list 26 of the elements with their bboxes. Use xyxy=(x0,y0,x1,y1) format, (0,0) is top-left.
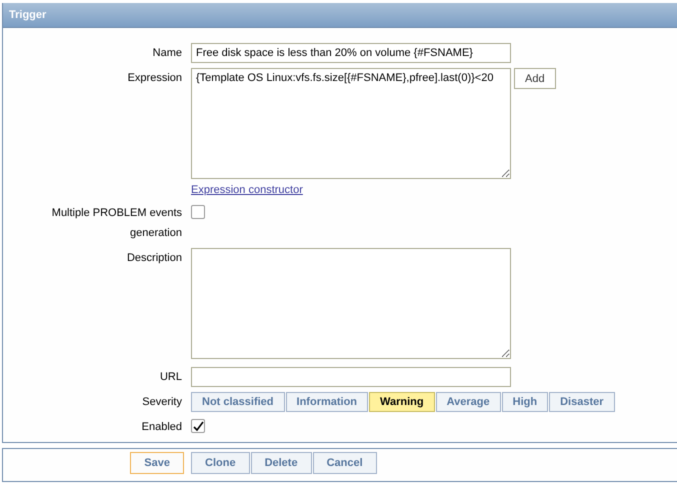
checkbox[interactable] xyxy=(191,419,205,433)
severity-option[interactable]: Average xyxy=(436,392,501,412)
field-label: Name xyxy=(152,46,182,61)
severity-option[interactable]: Warning xyxy=(369,392,435,412)
severity-option[interactable]: Not classified xyxy=(191,392,285,412)
expression-constructor-link[interactable]: Expression constructor xyxy=(191,184,303,196)
panel-title: Trigger xyxy=(9,9,46,21)
field-label: Expression xyxy=(126,71,182,86)
severity-option[interactable]: Information xyxy=(286,392,368,412)
add-button[interactable]: Add xyxy=(514,68,556,89)
description-field[interactable] xyxy=(191,248,511,359)
url-field[interactable] xyxy=(191,367,511,387)
severity-option[interactable]: High xyxy=(502,392,548,412)
checkbox[interactable] xyxy=(191,205,205,219)
field-label: URL xyxy=(158,370,182,385)
field-label: Enabled xyxy=(140,420,182,435)
action-button[interactable]: Delete xyxy=(250,452,312,474)
name-field[interactable]: Free disk space is less than 20% on volume {#FSNAME} xyxy=(191,43,511,63)
field-label: Description xyxy=(126,251,182,266)
severity-option[interactable]: Disaster xyxy=(549,392,615,412)
field-label: Multiple PROBLEM events generation xyxy=(50,206,182,241)
expression-field[interactable]: {Template OS Linux:vfs.fs.size[{#FSNAME},pfree].last(0)}<20 xyxy=(191,68,511,179)
field-label: Severity xyxy=(141,395,182,410)
save-button[interactable]: Save xyxy=(130,452,184,474)
action-button[interactable]: Clone xyxy=(191,452,250,474)
action-button[interactable]: Cancel xyxy=(312,452,377,474)
